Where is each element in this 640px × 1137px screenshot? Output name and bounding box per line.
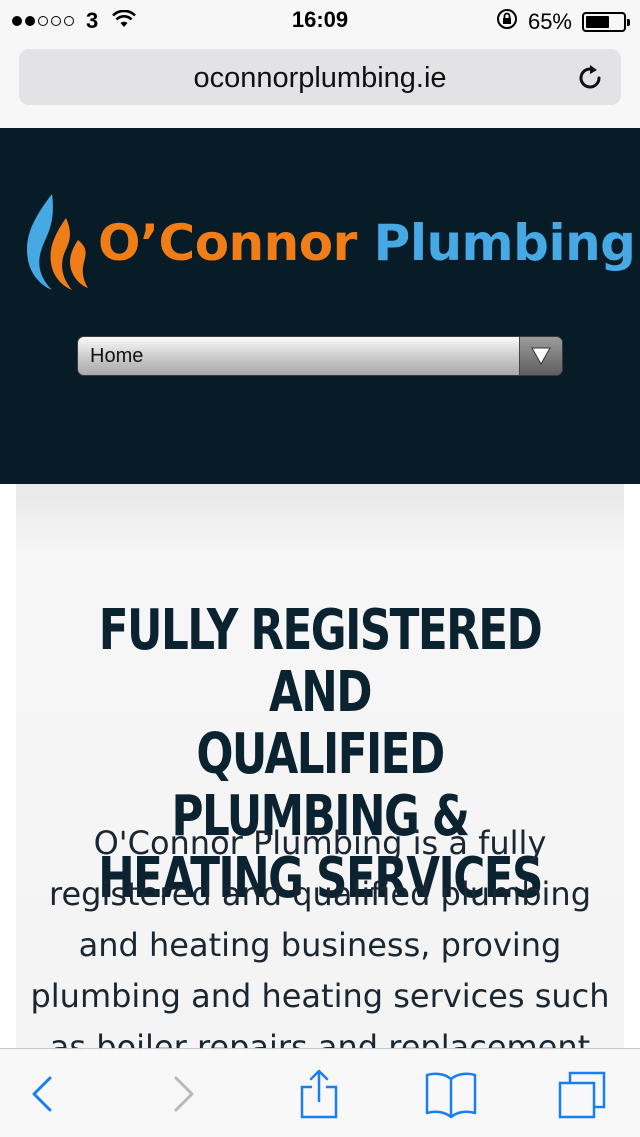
battery-icon <box>582 12 630 32</box>
share-icon[interactable] <box>294 1069 344 1119</box>
logo-text: O’Connor Plumbing <box>98 214 636 272</box>
back-icon[interactable] <box>18 1069 68 1119</box>
chevron-down-icon[interactable] <box>519 337 562 375</box>
tabs-icon[interactable] <box>558 1069 608 1119</box>
hero-body-line: O'Connor Plumbing is a fully <box>93 824 547 862</box>
address-bar[interactable]: oconnorplumbing.ie <box>19 49 621 105</box>
browser-address-area: oconnorplumbing.ie <box>0 40 640 128</box>
url-text[interactable]: oconnorplumbing.ie <box>19 62 621 95</box>
hero-section: FULLY REGISTERED AND QUALIFIED PLUMBING … <box>16 484 624 1050</box>
reload-icon[interactable] <box>575 63 605 93</box>
hero-body: O'Connor Plumbing is a fully registered … <box>16 818 624 1050</box>
hero-body-line: as boiler repairs and replacement <box>49 1028 591 1050</box>
navigation-select[interactable]: Home <box>77 336 563 376</box>
hero-body-line: plumbing and heating services such <box>30 977 610 1015</box>
battery-percent: 65% <box>527 9 572 34</box>
hero-body-line: registered and qualified plumbing <box>48 875 591 913</box>
site-logo[interactable]: O’Connor Plumbing <box>22 190 636 300</box>
forward-icon[interactable] <box>158 1069 208 1119</box>
battery-level <box>586 16 610 28</box>
hero-body-line: and heating business, proving <box>78 926 562 964</box>
rotation-lock-icon <box>496 8 518 36</box>
logo-word-plumbing: Plumbing <box>373 214 636 272</box>
bookmarks-icon[interactable] <box>424 1069 477 1119</box>
site-header: O’Connor Plumbing Home <box>0 128 640 484</box>
hero-title-line: FULLY REGISTERED AND <box>98 598 543 725</box>
status-right: 65% <box>496 8 630 36</box>
browser-toolbar <box>0 1048 640 1137</box>
logo-word-oconnor: O’Connor <box>98 214 357 272</box>
status-bar: 3 16:09 65% <box>0 0 640 40</box>
navigation-select-value: Home <box>90 345 144 367</box>
flame-icon <box>27 194 88 290</box>
